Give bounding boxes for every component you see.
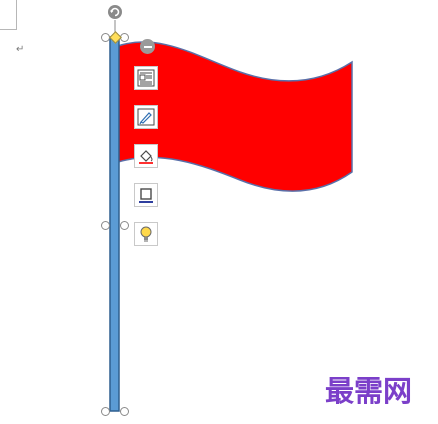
layout-options-icon [137,69,155,87]
shape-style-button[interactable] [134,105,158,129]
shape-fill-button[interactable] [134,144,158,168]
collapse-toolbar-button[interactable] [140,39,155,54]
shape-effects-icon [140,226,152,242]
minus-icon [143,45,152,48]
flag-shape[interactable] [0,0,438,424]
watermark-logo: 最需网 [325,374,413,408]
rotate-handle-icon[interactable] [107,4,123,20]
document-canvas: ↵ 最需网 [0,0,438,424]
shape-outline-icon [139,188,153,203]
flag-pole[interactable] [109,36,120,412]
shape-fill-icon [139,150,153,164]
shape-outline-button[interactable] [134,183,158,207]
resize-handle-bottom-right[interactable] [120,407,129,416]
resize-handle-middle-left[interactable] [101,221,110,230]
resize-handle-middle-right[interactable] [120,221,129,230]
layout-options-button[interactable] [134,66,158,90]
resize-handle-bottom-left[interactable] [101,407,110,416]
shape-style-icon [137,108,155,126]
shape-effects-button[interactable] [134,222,158,246]
